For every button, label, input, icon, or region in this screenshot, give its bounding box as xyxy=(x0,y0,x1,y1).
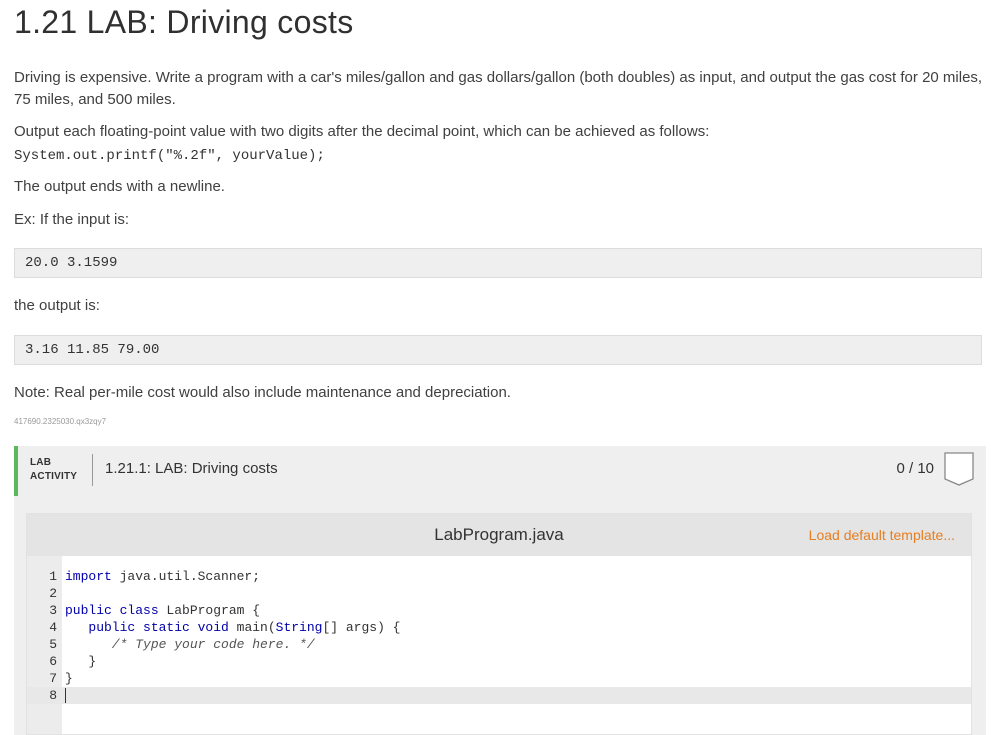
page-title: 1.21 LAB: Driving costs xyxy=(14,4,354,40)
line-number: 4 xyxy=(49,620,57,635)
code-editor[interactable]: LabProgram.java Load default template...… xyxy=(26,513,972,735)
lab-label-line1: LAB xyxy=(30,457,52,468)
example-input-intro: Ex: If the input is: xyxy=(14,211,130,228)
example-input-box: 20.0 3.1599 xyxy=(14,248,982,278)
code-text: } xyxy=(65,654,97,669)
text-cursor xyxy=(65,687,66,704)
code-line[interactable]: 3 public class LabProgram { xyxy=(27,602,971,619)
lab-score: 0 / 10 xyxy=(896,460,934,477)
example-output-box: 3.16 11.85 79.00 xyxy=(14,335,982,365)
line-number: 1 xyxy=(49,569,57,584)
code-text: public class LabProgram { xyxy=(65,603,261,618)
editor-header: LabProgram.java Load default template... xyxy=(27,514,971,556)
newline-paragraph: The output ends with a newline. xyxy=(14,178,225,195)
lab-activity-header: LAB ACTIVITY 1.21.1: LAB: Driving costs … xyxy=(14,446,986,496)
line-number: 7 xyxy=(49,671,57,686)
lab-activity-label: LAB ACTIVITY xyxy=(30,456,77,484)
format-paragraph: Output each floating-point value with tw… xyxy=(14,123,710,140)
header-divider xyxy=(92,454,93,486)
example-output-intro: the output is: xyxy=(14,297,100,314)
code-line[interactable]: 6 } xyxy=(27,653,971,670)
code-line[interactable]: 1 import java.util.Scanner; xyxy=(27,568,971,585)
line-number: 8 xyxy=(49,688,57,703)
line-number: 5 xyxy=(49,637,57,652)
description-paragraph: Driving is expensive. Write a program wi… xyxy=(14,69,983,108)
code-line[interactable]: 5 /* Type your code here. */ xyxy=(27,636,971,653)
note-paragraph: Note: Real per-mile cost would also incl… xyxy=(14,384,511,401)
load-default-template-link[interactable]: Load default template... xyxy=(809,527,955,543)
code-text: } xyxy=(65,671,73,686)
shield-icon xyxy=(944,452,974,486)
active-code-line[interactable]: 8 xyxy=(27,687,971,704)
code-line[interactable]: 2 xyxy=(27,585,971,602)
line-number: 2 xyxy=(49,586,57,601)
printf-code-example: System.out.printf("%.2f", yourValue); xyxy=(14,148,325,164)
activity-id: 417690.2325030.qx3zqy7 xyxy=(14,417,107,426)
code-line[interactable]: 4 public static void main(String[] args)… xyxy=(27,619,971,636)
line-number: 3 xyxy=(49,603,57,618)
line-number: 6 xyxy=(49,654,57,669)
code-comment: /* Type your code here. */ xyxy=(65,637,315,652)
lab-activity-title: 1.21.1: LAB: Driving costs xyxy=(105,460,278,477)
lab-label-line2: ACTIVITY xyxy=(30,471,78,482)
code-area[interactable]: 1 import java.util.Scanner; 2 3 public cla… xyxy=(27,568,971,704)
code-text: import java.util.Scanner; xyxy=(65,569,261,584)
code-line[interactable]: 7} xyxy=(27,670,971,687)
code-text: public static void main(String[] args) { xyxy=(88,620,401,635)
